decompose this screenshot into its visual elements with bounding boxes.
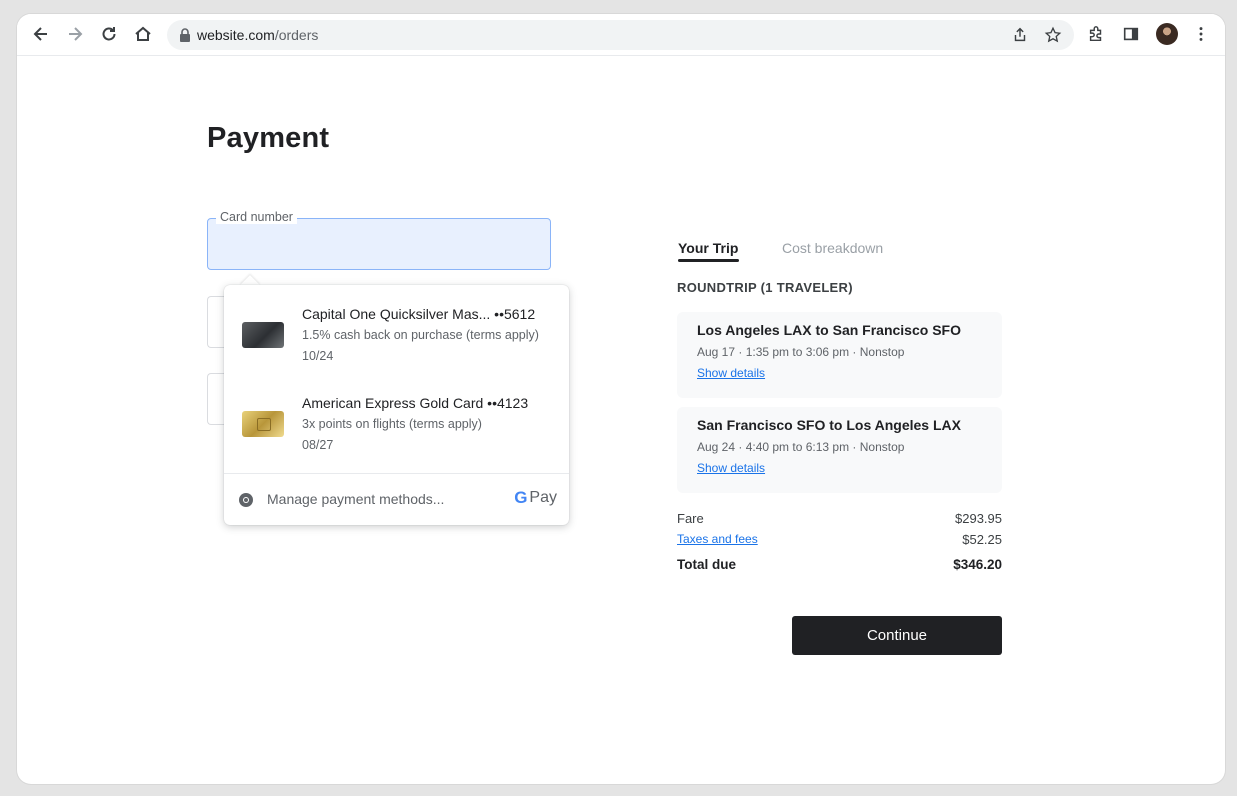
continue-button[interactable]: Continue [792, 616, 1002, 655]
card-suggestion-capital-one[interactable]: Capital One Quicksilver Mas... ••5612 1.… [224, 297, 569, 383]
suggestion-subtitle: 3x points on flights (terms apply) [302, 417, 482, 431]
suggestion-expiry: 08/27 [302, 438, 334, 452]
bookmark-star-icon[interactable] [1043, 25, 1063, 45]
amex-gold-card-icon [242, 411, 284, 437]
lock-icon [180, 28, 190, 42]
fare-value: $293.95 [955, 511, 1002, 526]
capital-one-card-icon [242, 322, 284, 348]
forward-icon[interactable] [63, 22, 87, 46]
active-tab-indicator [678, 259, 739, 262]
url-text: website.com/orders [197, 27, 318, 43]
flight-route: Los Angeles LAX to San Francisco SFO [697, 322, 961, 338]
taxes-and-fees-link[interactable]: Taxes and fees [677, 532, 758, 546]
flight-card-return: San Francisco SFO to Los Angeles LAX Aug… [677, 407, 1002, 493]
suggestion-title: American Express Gold Card ••4123 [302, 395, 529, 411]
chrome-icon [239, 493, 253, 507]
show-details-link[interactable]: Show details [697, 461, 765, 475]
autofill-popup: Capital One Quicksilver Mas... ••5612 1.… [224, 285, 569, 525]
google-pay-logo: G Pay [514, 488, 557, 508]
page-title: Payment [207, 122, 330, 154]
card-number-input[interactable] [207, 218, 551, 270]
fare-label: Fare [677, 511, 704, 526]
browser-window: website.com/orders Payment Card number C… [17, 14, 1225, 784]
profile-avatar[interactable] [1156, 23, 1178, 45]
reload-icon[interactable] [97, 22, 121, 46]
browser-toolbar: website.com/orders [17, 14, 1225, 56]
suggestion-expiry: 10/24 [302, 349, 334, 363]
total-value: $346.20 [953, 557, 1002, 572]
flight-time: Aug 17 · 1:35 pm to 3:06 pm · Nonstop [697, 345, 905, 359]
card-suggestion-amex[interactable]: American Express Gold Card ••4123 3x poi… [224, 386, 569, 472]
url-path: /orders [274, 27, 319, 43]
suggestion-title: Capital One Quicksilver Mas... ••5612 [302, 306, 536, 322]
gpay-label: Pay [529, 489, 557, 506]
flight-time: Aug 24 · 4:40 pm to 6:13 pm · Nonstop [697, 440, 905, 454]
address-bar[interactable]: website.com/orders [167, 20, 1074, 50]
tab-cost-breakdown[interactable]: Cost breakdown [782, 240, 883, 256]
manage-payment-label: Manage payment methods... [267, 491, 445, 507]
show-details-link[interactable]: Show details [697, 366, 765, 380]
flight-route: San Francisco SFO to Los Angeles LAX [697, 417, 961, 433]
share-icon[interactable] [1010, 25, 1030, 45]
more-menu-icon[interactable] [1190, 23, 1212, 45]
google-g-icon: G [514, 488, 528, 507]
back-icon[interactable] [29, 22, 53, 46]
manage-payment-methods[interactable]: Manage payment methods... G Pay [224, 474, 569, 524]
url-host: website.com [197, 27, 275, 43]
roundtrip-heading: ROUNDTRIP (1 TRAVELER) [677, 280, 853, 295]
home-icon[interactable] [131, 22, 155, 46]
side-panel-icon[interactable] [1120, 23, 1142, 45]
card-number-label: Card number [216, 210, 297, 224]
extensions-icon[interactable] [1085, 23, 1107, 45]
suggestion-subtitle: 1.5% cash back on purchase (terms apply) [302, 328, 539, 342]
tab-your-trip[interactable]: Your Trip [678, 240, 738, 256]
total-label: Total due [677, 557, 736, 572]
taxes-value: $52.25 [962, 532, 1002, 547]
flight-card-outbound: Los Angeles LAX to San Francisco SFO Aug… [677, 312, 1002, 398]
